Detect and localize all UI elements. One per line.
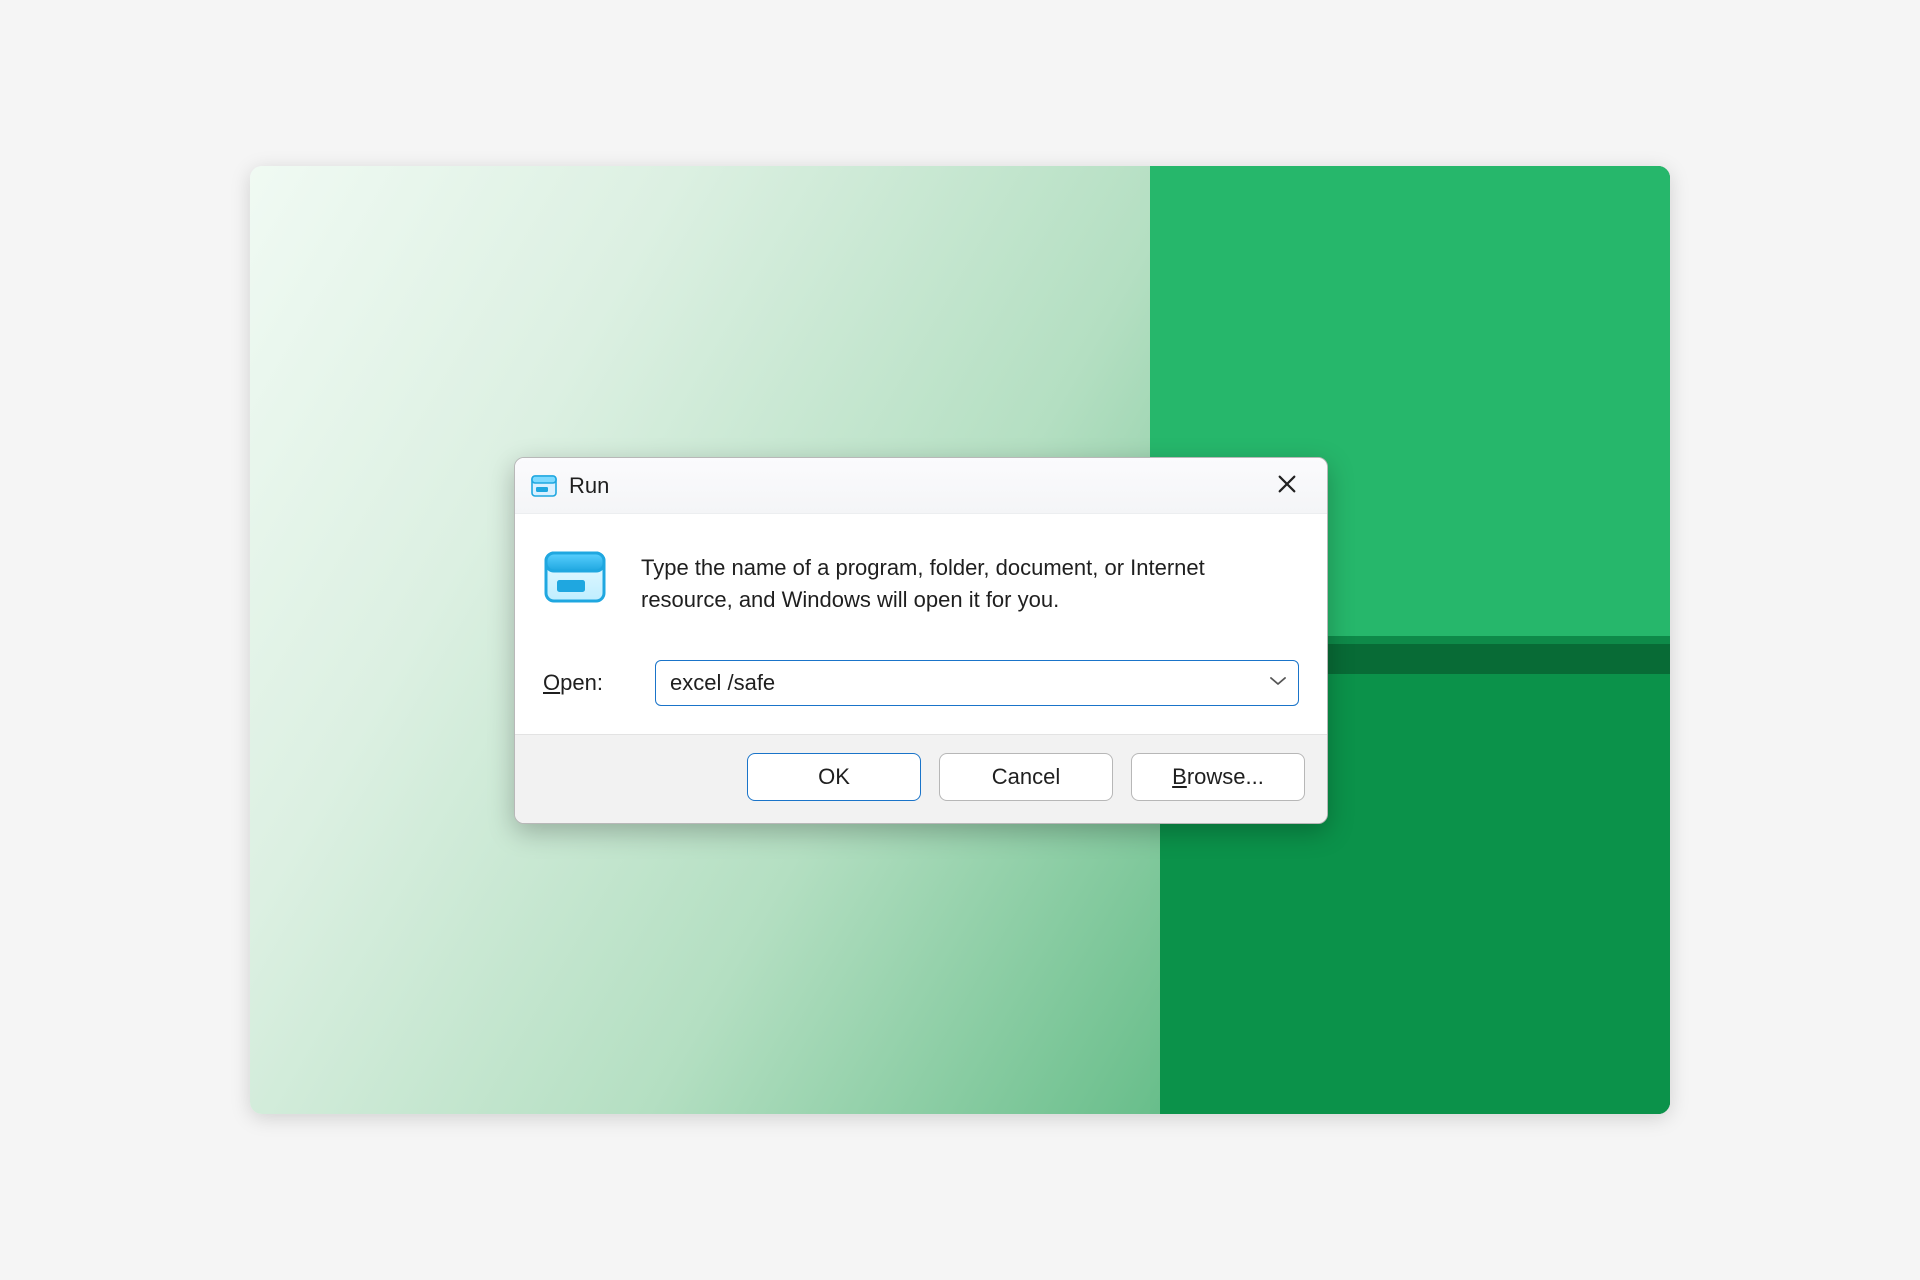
close-button[interactable] <box>1257 458 1317 514</box>
ok-button[interactable]: OK <box>747 753 921 801</box>
open-label: Open: <box>543 670 633 696</box>
cancel-button[interactable]: Cancel <box>939 753 1113 801</box>
run-icon <box>531 475 557 497</box>
dialog-description: Type the name of a program, folder, docu… <box>641 550 1299 616</box>
screenshot-canvas: Run <box>0 0 1920 1280</box>
titlebar[interactable]: Run <box>515 458 1327 514</box>
open-combobox[interactable] <box>655 660 1299 706</box>
dialog-body: Type the name of a program, folder, docu… <box>515 514 1327 734</box>
open-input[interactable] <box>655 660 1299 706</box>
browse-button[interactable]: Browse... <box>1131 753 1305 801</box>
dialog-title: Run <box>569 473 609 499</box>
run-dialog: Run <box>514 457 1328 824</box>
dialog-footer: OK Cancel Browse... <box>515 734 1327 823</box>
close-icon <box>1276 473 1298 500</box>
background-artwork: Run <box>250 166 1670 1114</box>
run-icon <box>543 550 613 609</box>
